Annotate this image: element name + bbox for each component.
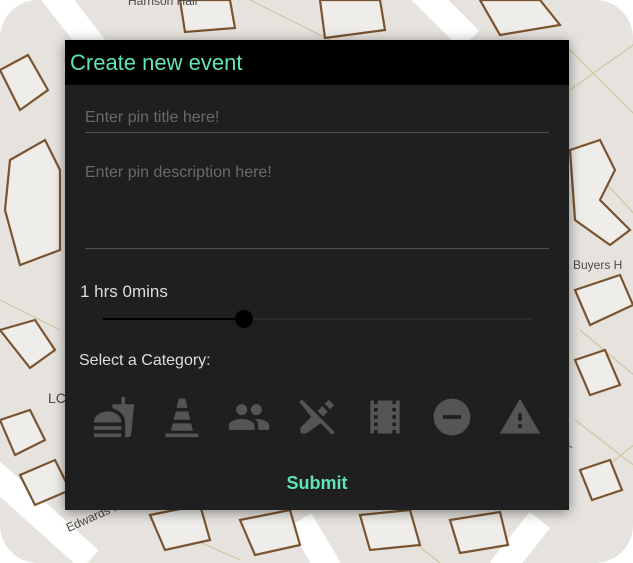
pin-title-input[interactable]: [85, 104, 549, 133]
slider-thumb[interactable]: [235, 310, 253, 328]
dialog-title: Create new event: [70, 49, 243, 75]
category-food[interactable]: [89, 393, 139, 441]
duration-label: 1 hrs 0mins: [80, 282, 168, 301]
category-blocked[interactable]: [427, 393, 477, 441]
duration-slider[interactable]: [103, 310, 531, 328]
no-edit-icon: [299, 399, 335, 435]
pin-description-input[interactable]: [85, 164, 549, 249]
category-social[interactable]: [224, 393, 274, 441]
category-construction[interactable]: [157, 393, 207, 441]
film-icon: [369, 400, 400, 434]
create-event-dialog: Create new event 1 hrs 0mins Select a Ca…: [65, 40, 569, 510]
traffic-cone-icon: [165, 398, 199, 438]
category-study[interactable]: [292, 393, 342, 441]
submit-button[interactable]: Submit: [87, 460, 547, 506]
do-not-enter-icon: [433, 398, 471, 436]
map-label-top: Harrison Hall: [128, 0, 198, 8]
warning-icon: [499, 398, 541, 434]
category-alert[interactable]: [495, 393, 545, 441]
category-icon-row: [89, 392, 545, 442]
map-label-buyers: Buyers H: [573, 258, 623, 272]
people-icon: [229, 404, 270, 430]
category-label: Select a Category:: [79, 352, 211, 369]
map-label-left: LC: [48, 390, 66, 406]
category-entertainment[interactable]: [360, 393, 410, 441]
fastfood-icon: [93, 396, 135, 438]
slider-track-rest: [244, 318, 531, 320]
slider-track-active: [103, 318, 244, 320]
dialog-header: Create new event: [65, 40, 569, 85]
